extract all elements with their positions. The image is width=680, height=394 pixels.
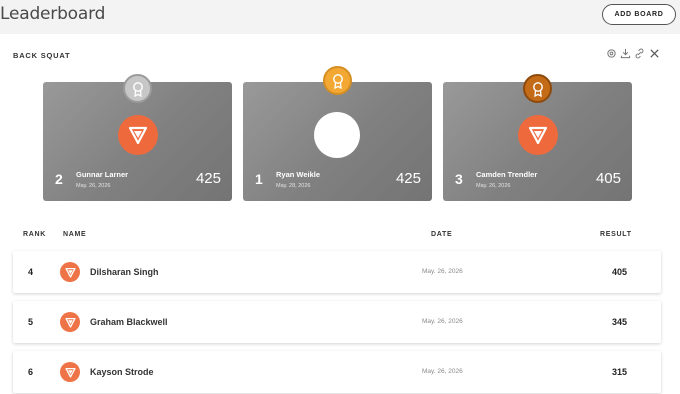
brand-logo-icon	[64, 317, 76, 328]
page-title: Leaderboard	[0, 4, 106, 24]
column-header-date[interactable]: DATE	[431, 231, 452, 238]
podium-rank: 2	[55, 171, 63, 187]
board-title: BACK SQUAT	[13, 51, 71, 60]
row-result: 315	[611, 367, 627, 377]
column-header-result[interactable]: RESULT	[600, 231, 632, 238]
avatar	[60, 262, 80, 282]
row-rank: 5	[28, 317, 34, 327]
avatar	[118, 115, 158, 155]
podium-date: May. 28, 2026	[276, 183, 311, 189]
podium-date: May. 26, 2026	[76, 183, 111, 189]
row-date: May. 26, 2026	[422, 268, 463, 275]
podium-score: 405	[595, 170, 621, 187]
podium-score: 425	[395, 170, 421, 187]
brand-logo-icon	[64, 367, 76, 378]
column-header-name[interactable]: NAME	[63, 231, 86, 238]
table-row[interactable]: 4 Dilsharan Singh May. 26, 2026 405	[13, 251, 661, 293]
avatar	[518, 115, 558, 155]
podium-card-rank-1[interactable]: 1 Ryan Weikle May. 28, 2026 425	[243, 82, 432, 201]
row-rank: 4	[28, 267, 34, 277]
podium-date: May. 26, 2026	[476, 183, 511, 189]
row-rank: 6	[28, 367, 34, 377]
avatar	[60, 362, 80, 382]
row-name[interactable]: Dilsharan Singh	[90, 267, 159, 277]
close-icon[interactable]	[649, 48, 660, 59]
brand-logo-icon	[64, 267, 76, 278]
bronze-medal-icon	[523, 74, 552, 103]
top-bar: Leaderboard ADD BOARD	[0, 0, 680, 34]
podium-name: Ryan Weikle	[276, 170, 321, 179]
podium-rank: 1	[255, 171, 263, 187]
row-date: May. 26, 2026	[422, 368, 463, 375]
leaderboard-panel: BACK SQUAT 2 Gunnar Larner May. 26, 2026…	[0, 34, 680, 394]
silver-medal-icon	[123, 74, 152, 103]
avatar	[314, 112, 360, 158]
row-name[interactable]: Kayson Strode	[90, 367, 154, 377]
podium-name: Camden Trendler	[476, 170, 538, 179]
gold-medal-icon	[323, 66, 352, 95]
brand-logo-icon	[128, 126, 148, 145]
add-board-button[interactable]: ADD BOARD	[602, 4, 676, 25]
podium-score: 425	[195, 170, 221, 187]
row-result: 405	[611, 267, 627, 277]
row-result: 345	[611, 317, 627, 327]
download-icon[interactable]	[620, 48, 631, 59]
table-row[interactable]: 5 Graham Blackwell May. 26, 2026 345	[13, 301, 661, 343]
podium-rank: 3	[455, 171, 463, 187]
column-header-rank[interactable]: RANK	[23, 231, 46, 238]
row-name[interactable]: Graham Blackwell	[90, 317, 168, 327]
brand-logo-icon	[528, 126, 548, 145]
link-icon[interactable]	[634, 48, 645, 59]
table-row[interactable]: 6 Kayson Strode May. 26, 2026 315	[13, 351, 661, 393]
settings-icon[interactable]	[606, 48, 617, 59]
row-date: May. 26, 2026	[422, 318, 463, 325]
avatar	[60, 312, 80, 332]
podium-name: Gunnar Larner	[76, 170, 129, 179]
